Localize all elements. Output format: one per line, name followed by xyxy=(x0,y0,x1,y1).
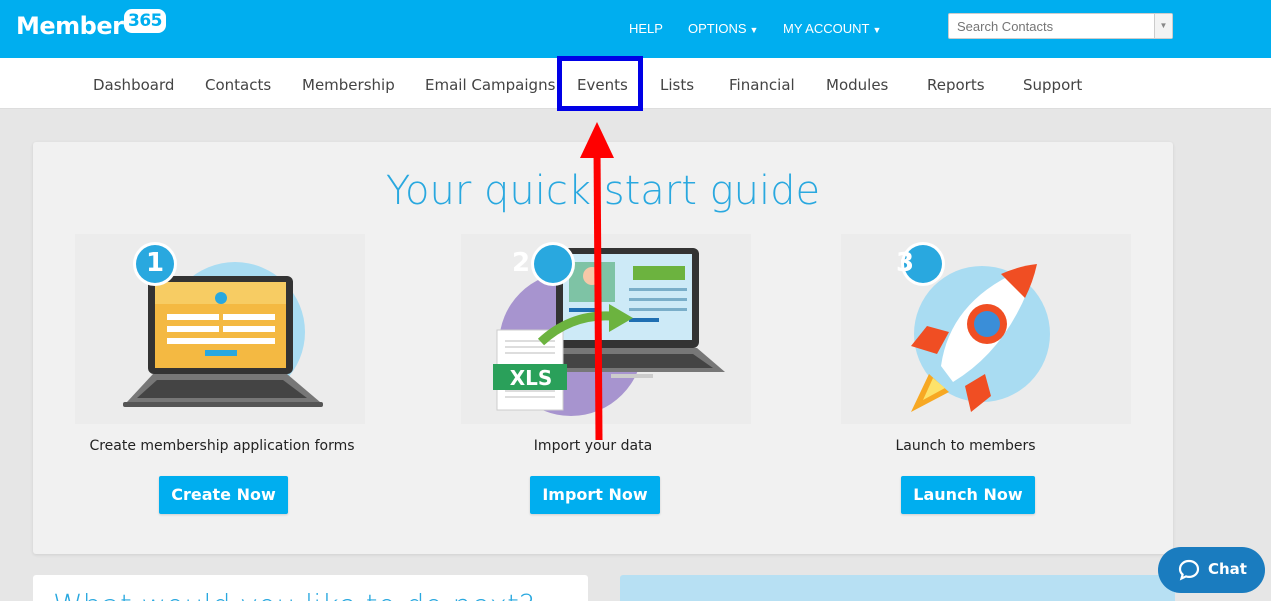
chat-bubble-icon xyxy=(1178,559,1200,581)
annotation-arrow xyxy=(580,122,614,441)
chat-label: Chat xyxy=(1208,560,1247,578)
chat-button[interactable]: Chat xyxy=(1158,547,1265,593)
